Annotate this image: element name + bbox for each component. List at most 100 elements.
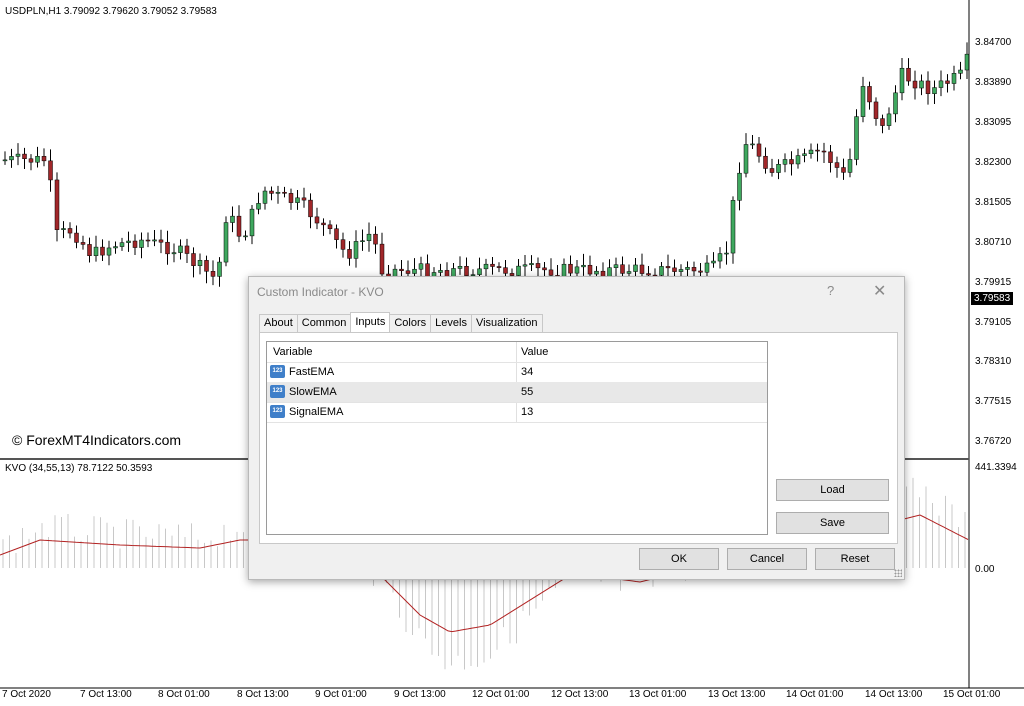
candle-body xyxy=(159,240,163,242)
tab-visualization[interactable]: Visualization xyxy=(471,314,543,332)
cancel-button[interactable]: Cancel xyxy=(727,548,807,570)
candle-body xyxy=(413,269,417,273)
candle-body xyxy=(328,225,332,229)
candle-body xyxy=(530,263,534,264)
candle-body xyxy=(133,241,137,248)
candle-body xyxy=(952,73,956,83)
candle-body xyxy=(257,203,261,209)
dialog-title: Custom Indicator - KVO xyxy=(257,285,384,299)
candle-body xyxy=(796,156,800,164)
candle-body xyxy=(406,271,410,274)
candle-body xyxy=(127,241,131,243)
tab-colors[interactable]: Colors xyxy=(389,314,431,332)
candle-body xyxy=(426,264,430,277)
column-header-variable[interactable]: Variable xyxy=(273,346,313,358)
candle-body xyxy=(276,192,280,193)
candle-body xyxy=(3,160,7,161)
time-axis-label: 8 Oct 01:00 xyxy=(158,689,210,700)
candle-body xyxy=(218,262,222,276)
candle-body xyxy=(712,261,716,263)
candle-body xyxy=(783,159,787,164)
table-row[interactable]: 123 SlowEMA 55 xyxy=(267,382,767,403)
price-axis-label: 3.79915 xyxy=(975,277,1011,288)
close-icon[interactable]: ✕ xyxy=(873,281,886,301)
price-axis-label: 3.78310 xyxy=(975,356,1011,367)
table-row[interactable]: 123 SignalEMA 13 xyxy=(267,402,767,423)
table-row[interactable]: 123 FastEMA 34 xyxy=(267,362,767,383)
candle-body xyxy=(816,150,820,151)
candle-body xyxy=(198,260,202,265)
resize-grip[interactable] xyxy=(894,569,902,577)
candle-body xyxy=(315,217,319,223)
tab-common[interactable]: Common xyxy=(297,314,352,332)
time-axis-label: 8 Oct 13:00 xyxy=(237,689,289,700)
candle-body xyxy=(146,240,150,241)
candle-body xyxy=(62,228,66,229)
candle-body xyxy=(153,240,157,241)
indicator-axis-max: 441.3394 xyxy=(975,462,1017,473)
inputs-table[interactable]: Variable Value 123 FastEMA 34 123 SlowEM… xyxy=(266,341,768,535)
candle-body xyxy=(595,271,599,274)
candle-body xyxy=(335,229,339,240)
candle-body xyxy=(647,274,651,276)
table-header-row: Variable Value xyxy=(267,342,767,363)
candle-body xyxy=(835,163,839,168)
variable-value[interactable]: 55 xyxy=(521,386,533,398)
candle-body xyxy=(55,180,59,230)
candle-body xyxy=(205,260,209,271)
variable-name: FastEMA xyxy=(289,366,334,378)
candle-body xyxy=(926,81,930,94)
candle-body xyxy=(29,159,33,162)
candle-body xyxy=(627,272,631,274)
candle-body xyxy=(179,246,183,253)
candle-body xyxy=(361,241,365,242)
candle-body xyxy=(380,244,384,274)
save-button[interactable]: Save xyxy=(776,512,889,534)
time-axis-label: 15 Oct 01:00 xyxy=(943,689,1000,700)
column-header-value[interactable]: Value xyxy=(521,346,548,358)
candlesticks xyxy=(3,42,969,288)
candle-body xyxy=(484,264,488,269)
candle-body xyxy=(263,191,267,203)
indicator-header: KVO (34,55,13) 78.7122 50.3593 xyxy=(5,463,152,474)
candle-body xyxy=(68,228,72,233)
candle-body xyxy=(81,242,85,244)
tab-levels[interactable]: Levels xyxy=(430,314,472,332)
candle-body xyxy=(322,223,326,225)
candle-body xyxy=(731,200,735,253)
integer-type-icon: 123 xyxy=(270,385,285,398)
candle-body xyxy=(16,154,20,156)
candle-body xyxy=(920,81,924,88)
ok-button[interactable]: OK xyxy=(639,548,719,570)
variable-value[interactable]: 34 xyxy=(521,366,533,378)
candle-body xyxy=(562,264,566,276)
candle-body xyxy=(588,265,592,274)
candle-body xyxy=(907,68,911,81)
help-button[interactable]: ? xyxy=(827,283,834,298)
candle-body xyxy=(302,198,306,200)
custom-indicator-dialog[interactable]: Custom Indicator - KVO ? ✕ About Common … xyxy=(248,276,905,580)
reset-button[interactable]: Reset xyxy=(815,548,895,570)
tab-about[interactable]: About xyxy=(259,314,298,332)
price-axis-label: 3.83095 xyxy=(975,117,1011,128)
candle-body xyxy=(192,254,196,266)
candle-body xyxy=(634,265,638,272)
candle-body xyxy=(861,86,865,116)
chart-header: USDPLN,H1 3.79092 3.79620 3.79052 3.7958… xyxy=(5,6,217,17)
candle-body xyxy=(673,268,677,272)
price-axis-label: 3.81505 xyxy=(975,197,1011,208)
candle-body xyxy=(231,216,235,222)
time-axis-label: 12 Oct 01:00 xyxy=(472,689,529,700)
tab-inputs[interactable]: Inputs xyxy=(350,312,390,332)
price-axis-label: 3.79105 xyxy=(975,317,1011,328)
price-axis-label: 3.84700 xyxy=(975,37,1011,48)
load-button[interactable]: Load xyxy=(776,479,889,501)
candle-body xyxy=(504,268,508,274)
variable-value[interactable]: 13 xyxy=(521,406,533,418)
inputs-panel: Variable Value 123 FastEMA 34 123 SlowEM… xyxy=(259,332,898,544)
candle-body xyxy=(348,249,352,258)
candle-body xyxy=(764,156,768,168)
price-axis-label: 3.83890 xyxy=(975,77,1011,88)
time-axis-label: 7 Oct 2020 xyxy=(2,689,51,700)
candle-body xyxy=(809,150,813,154)
